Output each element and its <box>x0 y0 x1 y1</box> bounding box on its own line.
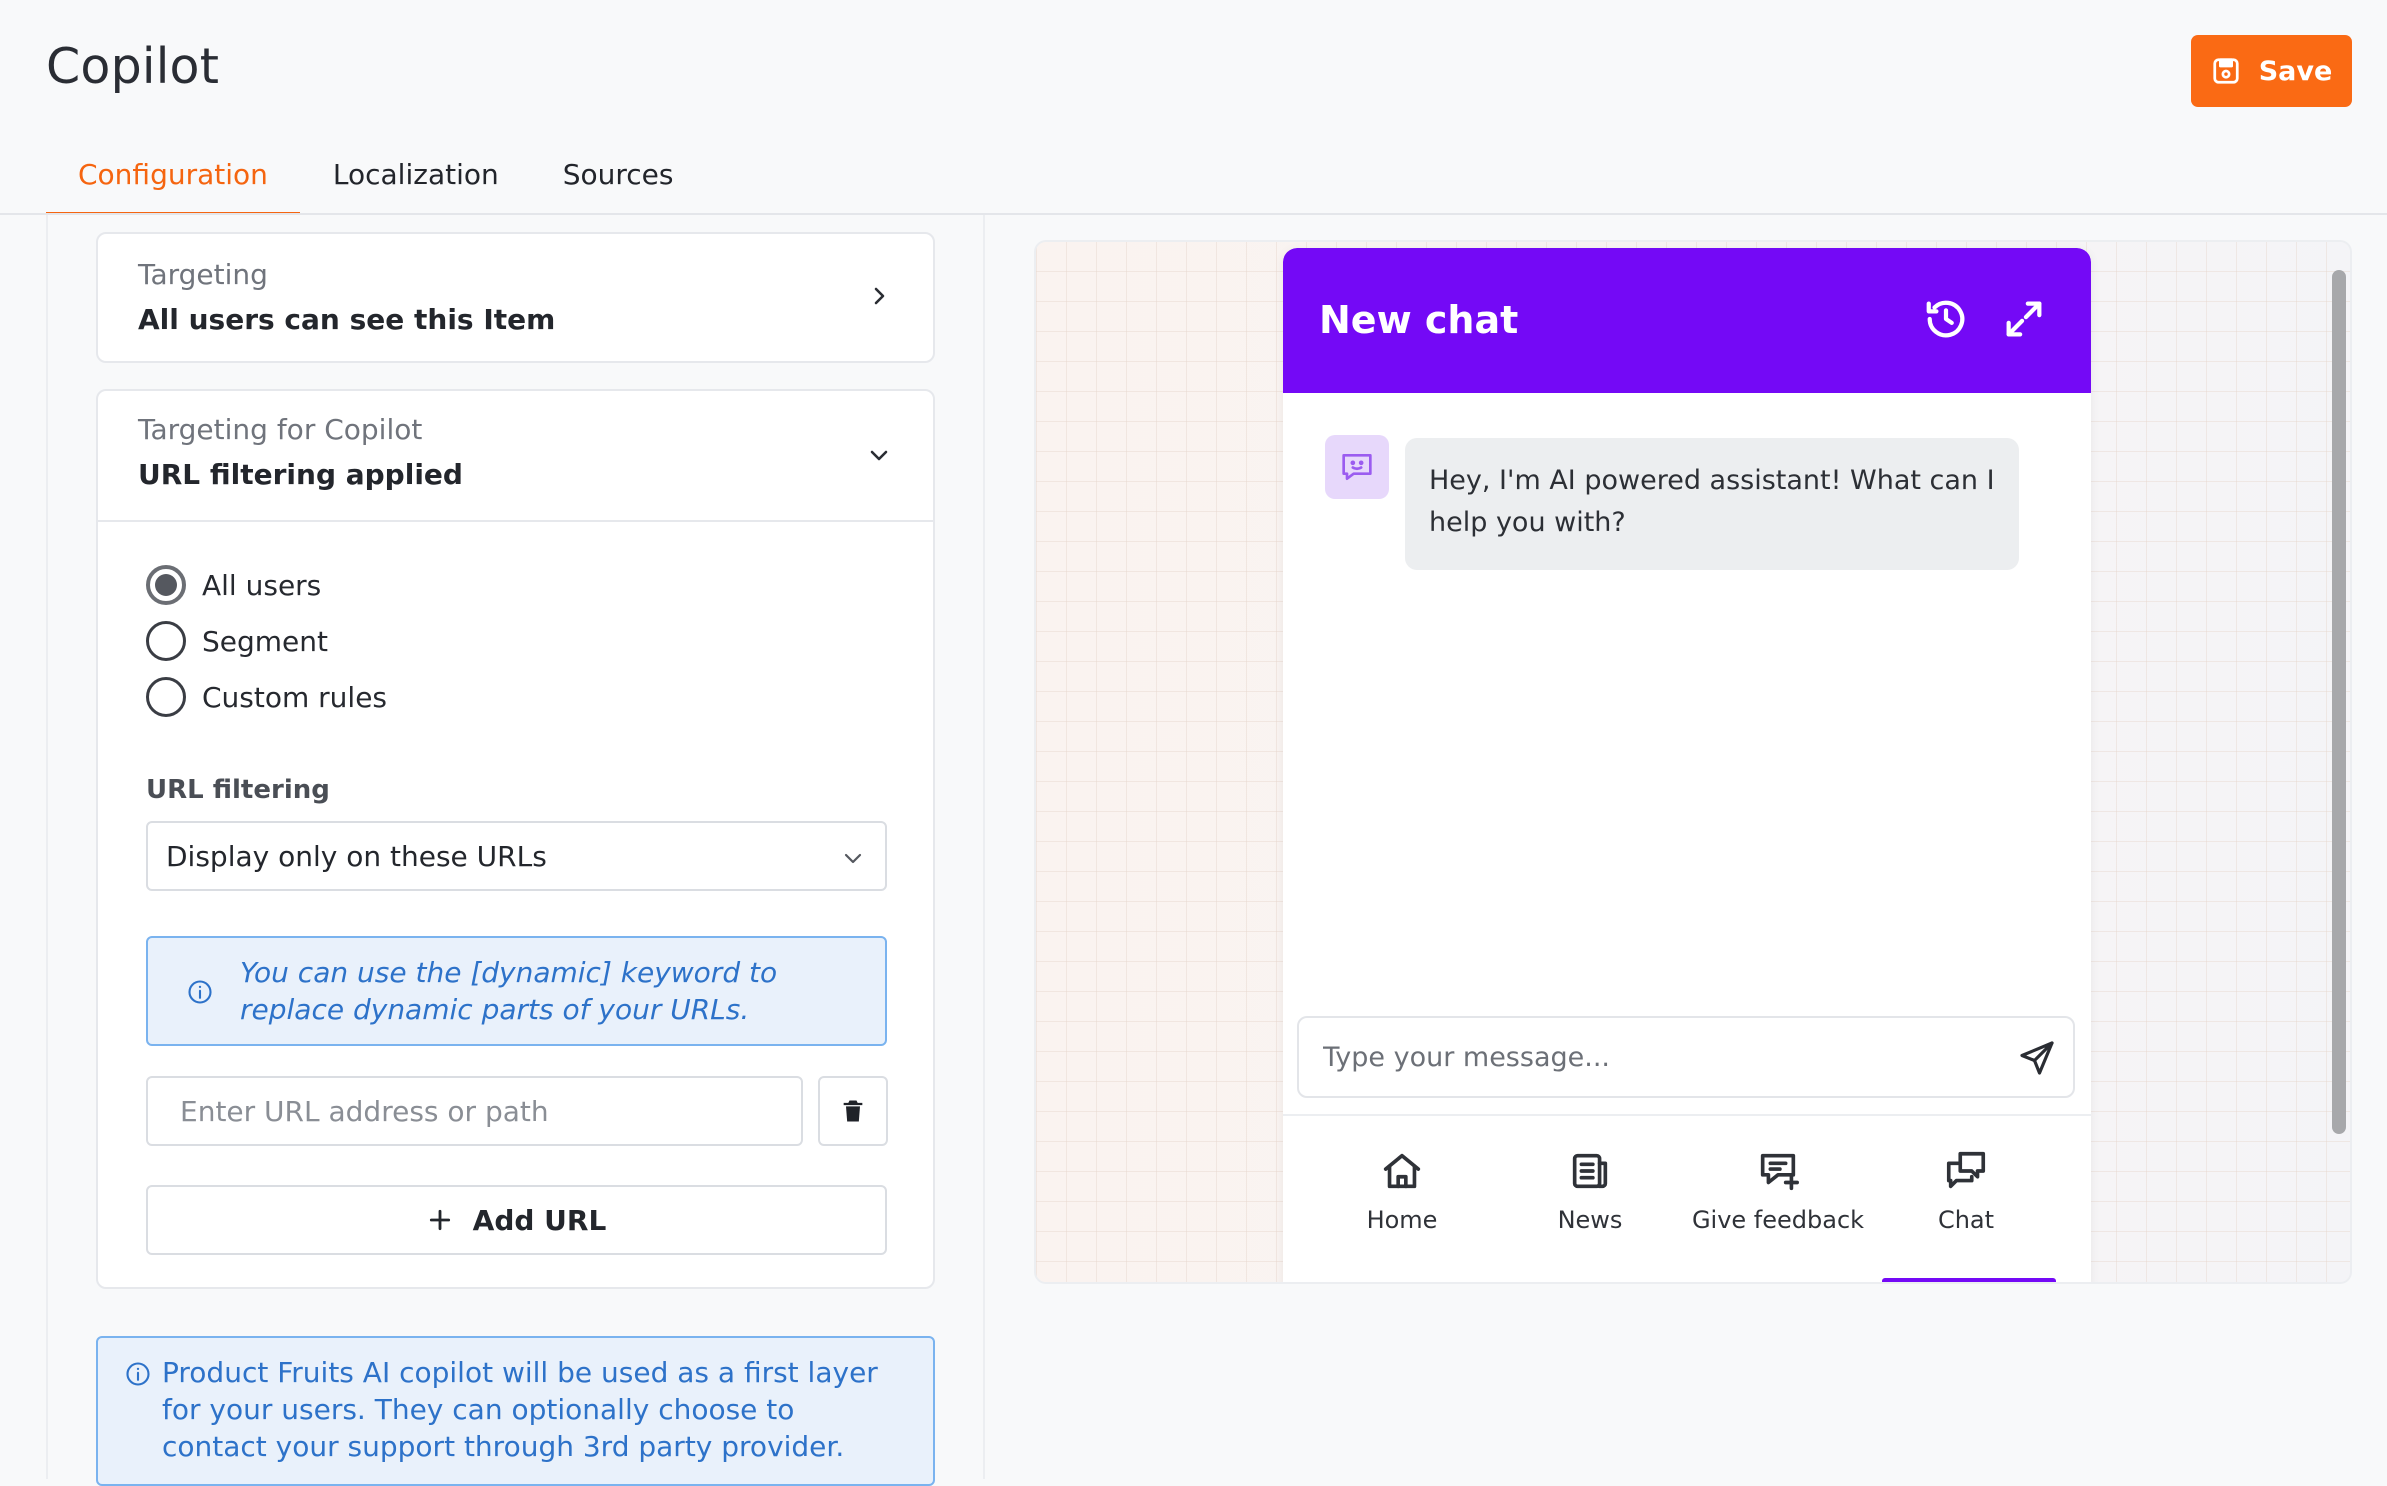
dynamic-keyword-hint: You can use the [dynamic] keyword to rep… <box>146 936 887 1046</box>
bot-avatar <box>1325 435 1389 499</box>
nav-news[interactable]: News <box>1496 1148 1684 1234</box>
radio-segment[interactable]: Segment <box>146 621 328 661</box>
chat-icon <box>1946 1151 1986 1189</box>
plus-icon <box>429 1209 450 1231</box>
targeting-label: Targeting <box>138 258 268 291</box>
copilot-info-note: Product Fruits AI copilot will be used a… <box>96 1336 935 1486</box>
nav-active-indicator <box>1882 1278 2056 1282</box>
nav-home[interactable]: Home <box>1308 1148 1496 1234</box>
feedback-icon <box>1760 1153 1799 1191</box>
widget-preview: New chat Hey, I'm AI powered assistant! … <box>1034 240 2352 1284</box>
preview-scrollbar[interactable] <box>2332 270 2346 1134</box>
radio-custom-rules[interactable]: Custom rules <box>146 677 387 717</box>
radio-all-users[interactable]: All users <box>146 565 321 605</box>
nav-label: Give feedback <box>1691 1206 1865 1234</box>
radio-label: Custom rules <box>202 680 388 714</box>
bot-message: Hey, I'm AI powered assistant! What can … <box>1405 438 2019 570</box>
save-button[interactable]: Save <box>2191 35 2352 107</box>
nav-give-feedback[interactable]: Give feedback <box>1684 1148 1872 1234</box>
history-icon[interactable] <box>1923 296 1969 342</box>
add-url-label: Add URL <box>472 1203 607 1237</box>
radio-button[interactable] <box>146 677 186 717</box>
copilot-targeting-header[interactable]: Targeting for Copilot URL filtering appl… <box>98 391 933 522</box>
radio-button[interactable] <box>146 565 186 605</box>
url-filtering-label: URL filtering <box>146 775 330 805</box>
page-title: Copilot <box>46 38 220 95</box>
nav-label: Home <box>1366 1206 1438 1234</box>
copilot-info-text: Product Fruits AI copilot will be used a… <box>162 1356 878 1463</box>
delete-url-button[interactable] <box>818 1076 888 1146</box>
tab-localization[interactable]: Localization <box>300 150 531 215</box>
send-icon <box>2020 1041 2054 1075</box>
tab-bar: Configuration Localization Sources <box>46 150 706 215</box>
url-input[interactable] <box>146 1076 803 1146</box>
dynamic-keyword-hint-text: You can use the [dynamic] keyword to rep… <box>240 956 778 1026</box>
tab-configuration[interactable]: Configuration <box>46 150 300 215</box>
home-icon <box>1383 1153 1421 1189</box>
copilot-targeting-card: Targeting for Copilot URL filtering appl… <box>96 389 935 1289</box>
url-filtering-select[interactable]: Display only on these URLs <box>146 821 887 891</box>
tab-sources[interactable]: Sources <box>531 150 706 215</box>
radio-button[interactable] <box>146 621 186 661</box>
save-button-label: Save <box>2258 55 2333 87</box>
chevron-down-icon <box>844 853 862 864</box>
url-filtering-value: Display only on these URLs <box>166 839 547 873</box>
radio-label: All users <box>202 568 322 602</box>
targeting-value: All users can see this Item <box>138 303 556 336</box>
save-icon <box>2213 58 2239 84</box>
trash-icon <box>843 1100 863 1122</box>
message-input[interactable] <box>1299 1018 1999 1096</box>
chat-title: New chat <box>1319 298 1519 342</box>
nav-divider <box>1283 1114 2091 1116</box>
nav-label: Chat <box>1937 1206 1995 1234</box>
chat-widget: New chat Hey, I'm AI powered assistant! … <box>1283 248 2091 1282</box>
copilot-targeting-value: URL filtering applied <box>138 458 463 491</box>
info-icon <box>126 1362 150 1386</box>
widget-nav: Home News Give feedback Chat <box>1283 1148 2091 1234</box>
settings-panel: Targeting All users can see this Item Ta… <box>46 215 985 1486</box>
radio-label: Segment <box>202 624 328 658</box>
nav-chat[interactable]: Chat <box>1872 1148 2060 1234</box>
nav-label: News <box>1557 1206 1623 1234</box>
expand-icon[interactable] <box>2001 296 2047 342</box>
info-icon <box>188 980 212 1004</box>
news-icon <box>1572 1153 1608 1189</box>
bot-chat-icon <box>1342 454 1372 480</box>
message-composer <box>1297 1016 2075 1098</box>
chevron-right-icon <box>874 287 885 305</box>
copilot-targeting-label: Targeting for Copilot <box>138 413 423 446</box>
targeting-card[interactable]: Targeting All users can see this Item <box>96 232 935 363</box>
send-button[interactable] <box>2015 1036 2059 1080</box>
chevron-down-icon <box>870 450 888 461</box>
chat-header: New chat <box>1283 248 2091 393</box>
add-url-button[interactable]: Add URL <box>146 1185 887 1255</box>
